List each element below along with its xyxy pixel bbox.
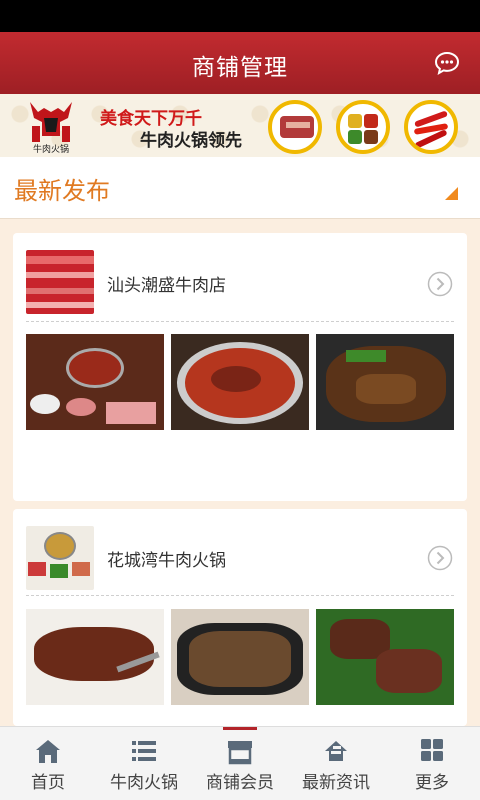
- tab-label: 最新资讯: [302, 773, 370, 793]
- store-photo[interactable]: [26, 334, 164, 430]
- tab-label: 商铺会员: [206, 773, 274, 793]
- chevron-right-icon[interactable]: [427, 545, 453, 571]
- home-icon: [36, 740, 60, 763]
- tab-label: 牛肉火锅: [110, 773, 178, 793]
- beef-plate-image: [268, 100, 322, 154]
- logo-text: 牛肉火锅: [33, 143, 69, 154]
- tab-store-members[interactable]: 商铺会员: [192, 737, 288, 793]
- banner-line-2: 牛肉火锅领先: [140, 131, 242, 151]
- chili-plate-image: [404, 100, 458, 154]
- bottom-tab-bar: 首页 牛肉火锅 商铺会员 最新资讯 更多: [0, 726, 480, 800]
- store-card[interactable]: 汕头潮盛牛肉店: [13, 233, 467, 501]
- chevron-right-icon[interactable]: [427, 271, 453, 297]
- list-icon: [132, 741, 156, 761]
- page-title: 商铺管理: [192, 55, 288, 81]
- store-photo[interactable]: [316, 334, 454, 430]
- store-name[interactable]: 花城湾牛肉火锅: [107, 546, 226, 571]
- section-header[interactable]: 最新发布: [0, 157, 480, 219]
- section-title: 最新发布: [14, 177, 110, 205]
- store-card[interactable]: 花城湾牛肉火锅: [13, 509, 467, 726]
- dish-plate-image: [336, 100, 390, 154]
- news-icon: [325, 741, 347, 761]
- expand-triangle-icon[interactable]: [445, 187, 458, 200]
- tab-beef-hotpot[interactable]: 牛肉火锅: [96, 737, 192, 793]
- app-header: 商铺管理: [0, 32, 480, 94]
- tab-label: 更多: [415, 773, 449, 793]
- store-photo[interactable]: [316, 609, 454, 705]
- store-icon: [228, 741, 252, 765]
- chat-bubble-icon[interactable]: [434, 50, 460, 76]
- store-photo[interactable]: [171, 334, 309, 430]
- status-bar: [0, 0, 480, 32]
- promo-banner[interactable]: 牛肉火锅 美食天下万千 牛肉火锅领先: [0, 94, 480, 157]
- bull-logo-icon: 牛肉火锅: [30, 102, 72, 154]
- store-thumbnail: [26, 526, 94, 590]
- tab-label: 首页: [31, 773, 65, 793]
- divider: [26, 321, 454, 322]
- tab-more[interactable]: 更多: [384, 737, 480, 793]
- store-name[interactable]: 汕头潮盛牛肉店: [107, 271, 226, 296]
- tab-latest-news[interactable]: 最新资讯: [288, 737, 384, 793]
- store-thumbnail: [26, 250, 94, 314]
- store-photo[interactable]: [26, 609, 164, 705]
- divider: [26, 595, 454, 596]
- store-photo[interactable]: [171, 609, 309, 705]
- grid-icon: [421, 739, 443, 761]
- tab-home[interactable]: 首页: [0, 737, 96, 793]
- active-tab-indicator: [223, 727, 257, 730]
